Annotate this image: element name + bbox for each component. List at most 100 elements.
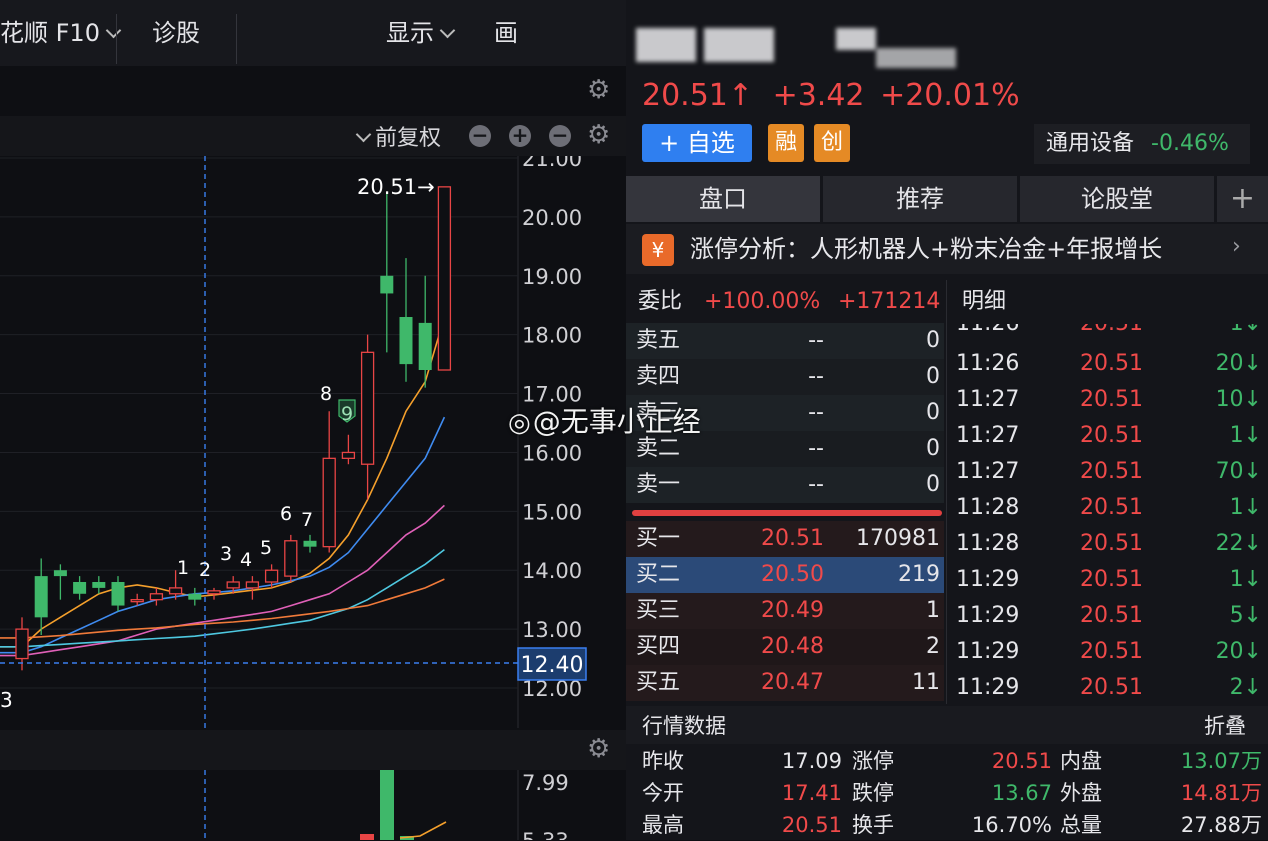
f10-menu-button[interactable]: 花顺 F10 bbox=[0, 0, 122, 66]
y-tick-label: 21.00 bbox=[522, 156, 582, 171]
kline-chart[interactable]: 21.0020.0019.0018.0017.0016.0015.0014.00… bbox=[0, 156, 626, 728]
minus-icon[interactable]: − bbox=[469, 125, 491, 147]
ask-row[interactable]: 卖四 -- 0 bbox=[626, 359, 944, 395]
tab-forum[interactable]: 论股堂 bbox=[1020, 176, 1214, 222]
tick-time: 11:28 bbox=[956, 495, 1020, 520]
zoom-in-icon[interactable]: + bbox=[509, 125, 531, 147]
sector-badge[interactable]: 通用设备 -0.46% bbox=[1034, 124, 1250, 164]
weibo-logo-icon: ◎ bbox=[508, 408, 531, 438]
candle-body bbox=[92, 582, 106, 588]
tick-time: 11:29 bbox=[956, 567, 1020, 592]
level-label: 买四 bbox=[636, 634, 681, 659]
zoom-out-icon[interactable]: − bbox=[549, 125, 571, 147]
candle-body bbox=[322, 457, 336, 548]
level-label: 卖一 bbox=[636, 472, 681, 497]
market-value: 14.81万 bbox=[1180, 781, 1262, 805]
y-tick-label: 14.00 bbox=[522, 559, 582, 583]
bid-row[interactable]: 买二 20.50 219 bbox=[626, 557, 944, 593]
weibo-watermark: ◎@无事小正经 bbox=[508, 400, 701, 440]
day-marker: 1 bbox=[177, 557, 189, 579]
candle-body bbox=[360, 351, 375, 465]
candle bbox=[284, 534, 298, 582]
tick-volume: 70↓ bbox=[1215, 459, 1262, 484]
limit-up-text: 涨停分析：人形机器人+粉末冶金+年报增长 bbox=[690, 235, 1163, 263]
tick-price: 20.51 bbox=[1080, 567, 1143, 592]
tick-time: 11:28 bbox=[956, 531, 1020, 556]
tick-volume: 2↓ bbox=[1229, 675, 1262, 700]
limit-up-icon: ¥ bbox=[642, 234, 674, 266]
day-marker: 4 bbox=[240, 549, 252, 571]
bid-ask-divider bbox=[632, 510, 942, 516]
diagnose-button[interactable]: 诊股 bbox=[152, 0, 200, 66]
bid-row[interactable]: 买三 20.49 1 bbox=[626, 593, 944, 629]
market-value: 27.88万 bbox=[1180, 813, 1262, 837]
day-marker: 3 bbox=[220, 543, 232, 565]
market-value: 16.70% bbox=[971, 813, 1052, 837]
day-marker: 8 bbox=[320, 383, 332, 405]
level-volume: 0 bbox=[926, 328, 940, 353]
tab-recommend[interactable]: 推荐 bbox=[823, 176, 1017, 222]
tick-row: 11:27 20.51 10↓ bbox=[946, 382, 1268, 418]
bid-row[interactable]: 买五 20.47 11 bbox=[626, 665, 944, 701]
candle-body bbox=[168, 587, 183, 595]
ratio-pct: +100.00% bbox=[704, 289, 821, 314]
y-tick-label: 18.00 bbox=[522, 324, 582, 348]
candle-body bbox=[34, 576, 48, 618]
tick-volume: 1↓ bbox=[1229, 567, 1262, 592]
candle-body bbox=[149, 593, 164, 601]
bid-row[interactable]: 买四 20.48 2 bbox=[626, 629, 944, 665]
tick-row: 11:28 20.51 22↓ bbox=[946, 526, 1268, 562]
level-price: 20.48 bbox=[761, 634, 824, 659]
level-volume: 219 bbox=[898, 562, 940, 587]
tab-orderbook[interactable]: 盘口 bbox=[626, 176, 820, 222]
price-change-pct: +20.01% bbox=[880, 78, 1020, 113]
chevron-right-icon[interactable]: › bbox=[1232, 234, 1241, 259]
candle-body bbox=[73, 582, 87, 594]
candle-body bbox=[53, 570, 67, 577]
draw-tool-button[interactable]: 画 bbox=[494, 0, 518, 66]
tick-row: 11:29 20.51 20↓ bbox=[946, 634, 1268, 670]
collapse-button[interactable]: 折叠 bbox=[1204, 710, 1246, 740]
detail-title: 明细 bbox=[962, 289, 1007, 314]
gear-icon[interactable]: ⚙ bbox=[587, 736, 610, 762]
bid-row[interactable]: 买一 20.51 170981 bbox=[626, 521, 944, 557]
add-watchlist-button[interactable]: + 自选 bbox=[642, 124, 752, 162]
tick-time: 11:27 bbox=[956, 387, 1020, 412]
level-price: 20.51 bbox=[761, 526, 824, 551]
chinext-tag[interactable]: 创 bbox=[814, 124, 850, 162]
gear-icon[interactable]: ⚙ bbox=[587, 77, 610, 103]
left-edge-marker: 3 bbox=[0, 688, 13, 712]
add-tab-icon[interactable]: + bbox=[1217, 176, 1268, 222]
level-volume: 0 bbox=[926, 436, 940, 461]
level-volume: 0 bbox=[926, 364, 940, 389]
level-volume: 1 bbox=[926, 598, 940, 623]
gear-icon[interactable]: ⚙ bbox=[587, 122, 610, 148]
market-key: 换手 bbox=[852, 813, 894, 837]
ratio-value: +171214 bbox=[838, 289, 941, 314]
tick-row: 11:26 20.51 20↓ bbox=[946, 346, 1268, 382]
tick-price: 20.51 bbox=[1080, 639, 1143, 664]
chart-toolbar: 花顺 F10 诊股 显示 画 bbox=[0, 0, 626, 67]
ask-row[interactable]: 卖一 -- 0 bbox=[626, 467, 944, 503]
market-key: 外盘 bbox=[1060, 781, 1102, 805]
adjust-label: 前复权 bbox=[375, 126, 442, 151]
adjust-dropdown[interactable]: 前复权 bbox=[355, 120, 442, 152]
margin-tag[interactable]: 融 bbox=[768, 124, 804, 162]
market-key: 今开 bbox=[642, 781, 684, 805]
stock-name-redacted bbox=[704, 28, 774, 62]
level-price: -- bbox=[808, 328, 824, 353]
ask-row[interactable]: 卖五 -- 0 bbox=[626, 323, 944, 359]
tick-row: 11:29 20.51 2↓ bbox=[946, 670, 1268, 706]
candle-body bbox=[437, 186, 452, 371]
stock-code-redacted bbox=[836, 28, 876, 50]
display-menu-button[interactable]: 显示 bbox=[386, 0, 456, 66]
watermark-text: @无事小正经 bbox=[532, 405, 701, 438]
candle-body bbox=[188, 593, 202, 600]
tick-time: 11:29 bbox=[956, 603, 1020, 628]
day-marker: 2 bbox=[199, 559, 211, 581]
level-label: 买二 bbox=[636, 562, 681, 587]
stock-code-redacted bbox=[876, 48, 956, 68]
market-value: 17.09 bbox=[781, 749, 842, 773]
tick-time: 11:27 bbox=[956, 459, 1020, 484]
level-price: 20.47 bbox=[761, 670, 824, 695]
